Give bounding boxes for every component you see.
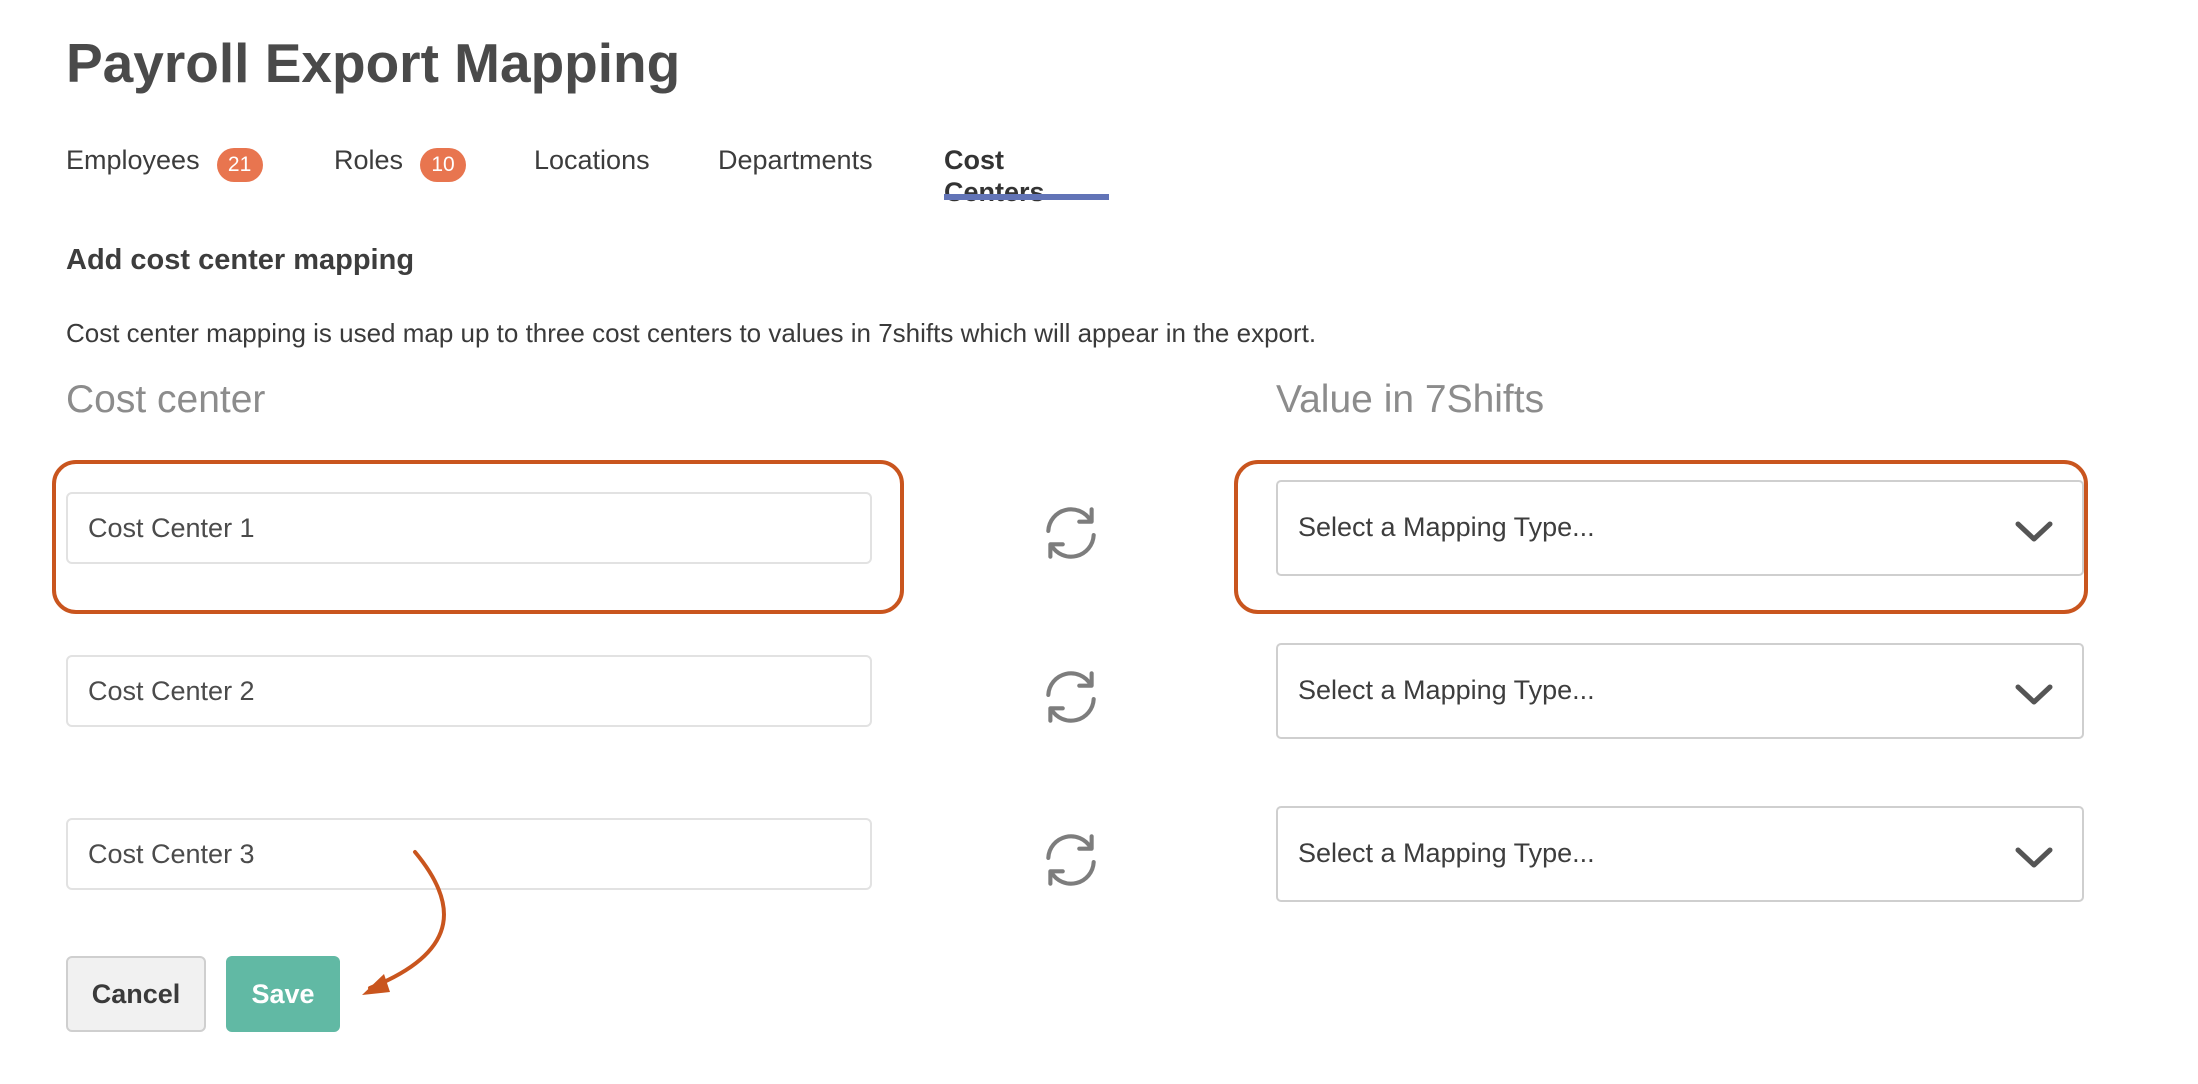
chevron-down-icon <box>2015 684 2053 705</box>
mapping-type-select-2-value: Select a Mapping Type... <box>1298 675 1595 705</box>
section-description: Cost center mapping is used map up to th… <box>66 318 1317 348</box>
chevron-down-icon <box>2015 521 2053 542</box>
cost-center-column-header: Cost center <box>66 378 266 421</box>
section-heading: Add cost center mapping <box>66 244 415 276</box>
mapping-type-select-3-value: Select a Mapping Type... <box>1298 838 1595 868</box>
tab-locations[interactable]: Locations <box>534 138 650 200</box>
sync-icon[interactable] <box>1038 664 1104 730</box>
tab-roles[interactable]: Roles 10 <box>334 138 467 200</box>
tab-locations-label: Locations <box>534 145 650 175</box>
save-button[interactable]: Save <box>226 956 340 1032</box>
tab-roles-label: Roles <box>334 145 404 175</box>
mapping-type-select-1-value: Select a Mapping Type... <box>1298 512 1595 542</box>
tab-employees[interactable]: Employees 21 <box>66 138 263 200</box>
roles-count-badge: 10 <box>420 148 467 182</box>
mapping-type-select-2[interactable]: Select a Mapping Type... <box>1276 643 2084 739</box>
cost-center-2-input[interactable] <box>66 655 872 727</box>
cost-center-1-input[interactable] <box>66 492 872 564</box>
tab-employees-label: Employees <box>66 145 200 175</box>
sync-icon[interactable] <box>1038 827 1104 893</box>
page-title: Payroll Export Mapping <box>66 32 681 94</box>
tab-departments[interactable]: Departments <box>718 138 873 200</box>
chevron-down-icon <box>2015 847 2053 868</box>
cancel-button[interactable]: Cancel <box>66 956 206 1032</box>
employees-count-badge: 21 <box>216 148 263 182</box>
value-column-header: Value in 7Shifts <box>1276 378 1545 421</box>
sync-icon[interactable] <box>1038 500 1104 566</box>
tab-cost-centers-label: Cost Centers <box>944 145 1045 207</box>
tab-cost-centers[interactable]: Cost Centers <box>944 138 1109 207</box>
mapping-type-select-1[interactable]: Select a Mapping Type... <box>1276 480 2084 576</box>
tab-bar: Employees 21 Roles 10 Locations Departme… <box>66 138 1266 207</box>
mapping-type-select-3[interactable]: Select a Mapping Type... <box>1276 806 2084 902</box>
tab-departments-label: Departments <box>718 145 873 175</box>
annotation-arrow-icon <box>362 850 446 995</box>
